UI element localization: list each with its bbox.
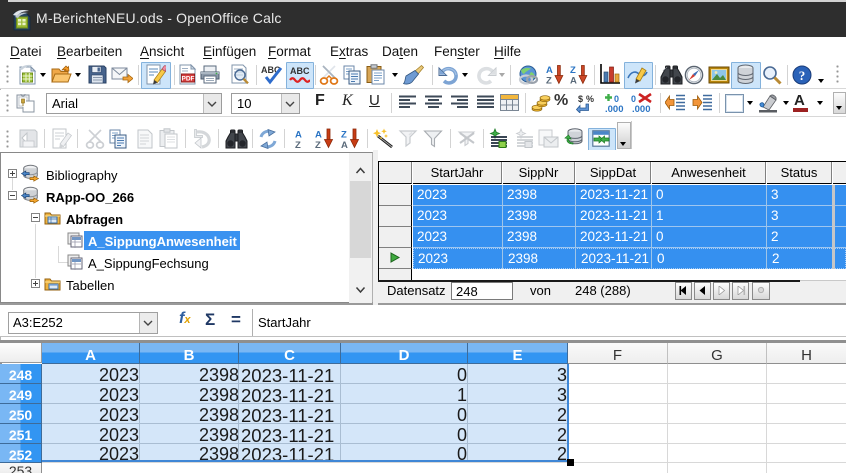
svg-text:Z: Z: [570, 65, 576, 76]
svg-text:A: A: [570, 76, 577, 86]
svg-text:%: %: [586, 94, 594, 104]
svg-text:?: ?: [799, 68, 806, 83]
svg-text:PDF: PDF: [182, 76, 195, 83]
svg-text:Z: Z: [315, 140, 321, 149]
svg-text:A: A: [546, 65, 553, 76]
svg-text:.000: .000: [632, 104, 651, 113]
svg-text:ABC: ABC: [290, 66, 310, 76]
svg-text:0: 0: [631, 94, 636, 104]
svg-text:.000: .000: [605, 104, 624, 113]
svg-text:A: A: [315, 130, 322, 141]
svg-text:$: $: [578, 94, 583, 104]
svg-text:Z: Z: [546, 76, 552, 86]
svg-text:Z: Z: [295, 140, 301, 149]
svg-text:A: A: [341, 140, 348, 149]
svg-text:0: 0: [614, 94, 619, 104]
svg-text:A: A: [295, 130, 302, 141]
svg-text:Z: Z: [341, 130, 347, 141]
